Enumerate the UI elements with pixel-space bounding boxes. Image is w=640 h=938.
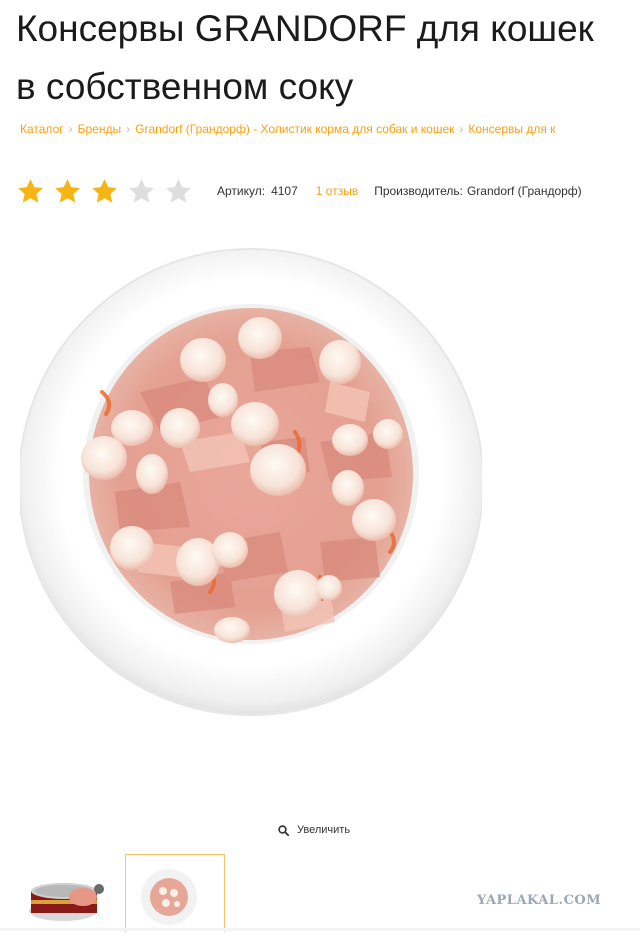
product-image[interactable] (20, 242, 482, 716)
product-title: Консервы GRANDORF для кошек в собственно… (16, 0, 640, 116)
product-title-line-1: Консервы GRANDORF для кошек (16, 8, 594, 49)
thumbnail-can[interactable] (26, 854, 126, 932)
star-filled-icon[interactable] (90, 177, 119, 206)
manufacturer-value: Grandorf (Грандорф) (466, 184, 582, 198)
article-label: Артикул: (217, 184, 266, 198)
reviews-link[interactable]: 1 отзыв (316, 184, 358, 198)
can-image (29, 883, 104, 921)
star-filled-icon[interactable] (53, 177, 82, 206)
manufacturer-label: Производитель: (374, 184, 463, 198)
zoom-button[interactable]: Увеличить (278, 824, 350, 836)
breadcrumb-brands[interactable]: Бренды (78, 122, 121, 136)
thumbnail-bowl[interactable] (125, 854, 225, 932)
breadcrumb: Каталог › Бренды › Grandorf (Грандорф) - Хол… (20, 122, 640, 136)
zoom-label: Увеличить (297, 824, 351, 836)
bowl-image (141, 869, 197, 925)
rating-stars[interactable] (16, 177, 193, 206)
magnifier-icon (278, 824, 289, 836)
chevron-right-icon: › (459, 122, 464, 136)
breadcrumb-catalog[interactable]: Каталог (20, 122, 64, 136)
product-meta: Артикул: 4107 1 отзыв Производитель: Gra… (16, 174, 640, 208)
chevron-right-icon: › (68, 122, 73, 136)
breadcrumb-canned-food[interactable]: Консервы для к (468, 122, 555, 136)
star-empty-icon[interactable] (127, 177, 156, 206)
watermark: YAPLAKAL.COM (477, 893, 602, 908)
star-empty-icon[interactable] (164, 177, 193, 206)
star-filled-icon[interactable] (16, 177, 45, 206)
chevron-right-icon: › (126, 122, 131, 136)
product-title-line-2: в собственном соку (16, 66, 354, 107)
article-value: 4107 (271, 184, 298, 198)
breadcrumb-grandorf[interactable]: Grandorf (Грандорф) - Холистик корма для… (135, 122, 454, 136)
